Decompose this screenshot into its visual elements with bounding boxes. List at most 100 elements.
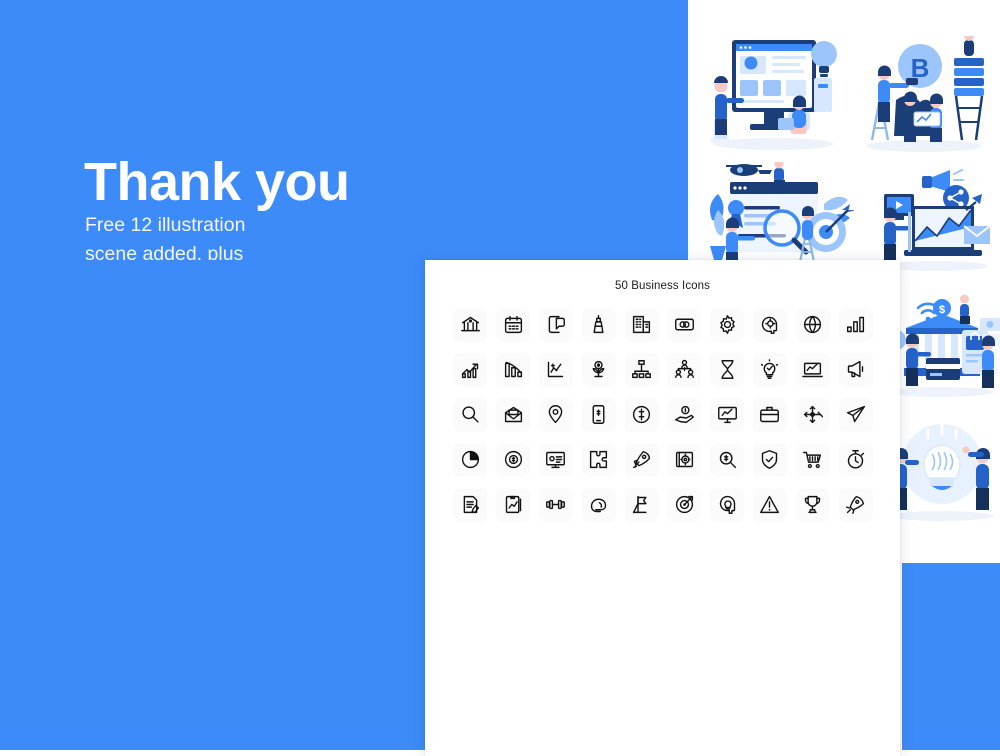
flag-goal-icon[interactable] bbox=[626, 489, 657, 520]
rocket-launch-icon-cell[interactable] bbox=[834, 482, 877, 527]
hierarchy-icon[interactable] bbox=[626, 354, 657, 385]
document-pen-icon[interactable] bbox=[455, 489, 486, 520]
mobile-feedback-icon[interactable] bbox=[540, 309, 571, 340]
rocket-icon[interactable] bbox=[626, 444, 657, 475]
hand-coin-icon[interactable] bbox=[669, 399, 700, 430]
team-structure-icon[interactable] bbox=[669, 354, 700, 385]
megaphone-icon[interactable] bbox=[840, 354, 871, 385]
paper-plane-icon[interactable] bbox=[840, 399, 871, 430]
mobile-payment-icon[interactable] bbox=[583, 399, 614, 430]
globe-icon-cell[interactable] bbox=[791, 302, 834, 347]
puzzle-icon[interactable] bbox=[583, 444, 614, 475]
bar-chart-icon[interactable] bbox=[840, 309, 871, 340]
target-arrow-icon[interactable] bbox=[669, 489, 700, 520]
head-idea-icon[interactable] bbox=[712, 489, 743, 520]
presentation-board-icon[interactable] bbox=[540, 444, 571, 475]
open-mail-icon[interactable] bbox=[498, 399, 529, 430]
mobile-feedback-icon-cell[interactable] bbox=[535, 302, 578, 347]
mobile-payment-icon-cell[interactable] bbox=[577, 392, 620, 437]
head-idea-icon-cell[interactable] bbox=[706, 482, 749, 527]
shopping-cart-icon-cell[interactable] bbox=[791, 437, 834, 482]
coin-target-icon[interactable] bbox=[498, 444, 529, 475]
shopping-cart-icon[interactable] bbox=[797, 444, 828, 475]
head-target-icon[interactable] bbox=[754, 309, 785, 340]
monitor-chart-icon[interactable] bbox=[712, 399, 743, 430]
briefcase-icon[interactable] bbox=[754, 399, 785, 430]
lighthouse-icon-cell[interactable] bbox=[577, 302, 620, 347]
rocket-launch-icon[interactable] bbox=[840, 489, 871, 520]
target-arrow-icon-cell[interactable] bbox=[663, 482, 706, 527]
trophy-icon[interactable] bbox=[797, 489, 828, 520]
megaphone-icon-cell[interactable] bbox=[834, 347, 877, 392]
declining-bars-icon-cell[interactable] bbox=[492, 347, 535, 392]
rocket-icon-cell[interactable] bbox=[620, 437, 663, 482]
banknote-icon-cell[interactable] bbox=[663, 302, 706, 347]
laptop-chart-icon-cell[interactable] bbox=[791, 347, 834, 392]
move-arrows-icon-cell[interactable] bbox=[791, 392, 834, 437]
clipboard-chart-icon[interactable] bbox=[498, 489, 529, 520]
open-mail-icon-cell[interactable] bbox=[492, 392, 535, 437]
globe-icon[interactable] bbox=[797, 309, 828, 340]
search-money-icon-cell[interactable] bbox=[706, 437, 749, 482]
document-pen-icon-cell[interactable] bbox=[449, 482, 492, 527]
clipboard-chart-icon-cell[interactable] bbox=[492, 482, 535, 527]
office-building-icon[interactable] bbox=[626, 309, 657, 340]
banknote-icon[interactable] bbox=[669, 309, 700, 340]
calendar-icon-cell[interactable] bbox=[492, 302, 535, 347]
magnifier-icon[interactable] bbox=[455, 399, 486, 430]
hierarchy-icon-cell[interactable] bbox=[620, 347, 663, 392]
idea-bulb-check-icon[interactable] bbox=[754, 354, 785, 385]
monitor-chart-icon-cell[interactable] bbox=[706, 392, 749, 437]
coin-target-icon-cell[interactable] bbox=[492, 437, 535, 482]
bank-icon-cell[interactable] bbox=[449, 302, 492, 347]
team-structure-icon-cell[interactable] bbox=[663, 347, 706, 392]
gear-icon-cell[interactable] bbox=[706, 302, 749, 347]
hourglass-icon-cell[interactable] bbox=[706, 347, 749, 392]
stopwatch-icon-cell[interactable] bbox=[834, 437, 877, 482]
flag-goal-icon-cell[interactable] bbox=[620, 482, 663, 527]
briefcase-icon-cell[interactable] bbox=[749, 392, 792, 437]
trophy-icon-cell[interactable] bbox=[791, 482, 834, 527]
calendar-icon[interactable] bbox=[498, 309, 529, 340]
growth-chart-icon-cell[interactable] bbox=[449, 347, 492, 392]
laptop-chart-icon[interactable] bbox=[797, 354, 828, 385]
hourglass-icon[interactable] bbox=[712, 354, 743, 385]
hand-coin-icon-cell[interactable] bbox=[663, 392, 706, 437]
money-plant-icon[interactable] bbox=[583, 354, 614, 385]
bar-chart-icon-cell[interactable] bbox=[834, 302, 877, 347]
pie-chart-icon-cell[interactable] bbox=[449, 437, 492, 482]
dollar-coin-icon[interactable] bbox=[626, 399, 657, 430]
strong-arm-icon-cell[interactable] bbox=[577, 482, 620, 527]
warning-icon-cell[interactable] bbox=[749, 482, 792, 527]
magnifier-icon-cell[interactable] bbox=[449, 392, 492, 437]
location-pin-icon[interactable] bbox=[540, 399, 571, 430]
idea-bulb-check-icon-cell[interactable] bbox=[749, 347, 792, 392]
safe-box-icon-cell[interactable] bbox=[663, 437, 706, 482]
line-graph-icon-cell[interactable] bbox=[535, 347, 578, 392]
warning-icon[interactable] bbox=[754, 489, 785, 520]
head-target-icon-cell[interactable] bbox=[749, 302, 792, 347]
gear-icon[interactable] bbox=[712, 309, 743, 340]
shield-check-icon-cell[interactable] bbox=[749, 437, 792, 482]
paper-plane-icon-cell[interactable] bbox=[834, 392, 877, 437]
bank-icon[interactable] bbox=[455, 309, 486, 340]
puzzle-icon-cell[interactable] bbox=[577, 437, 620, 482]
growth-chart-icon[interactable] bbox=[455, 354, 486, 385]
dumbbell-icon[interactable] bbox=[540, 489, 571, 520]
line-graph-icon[interactable] bbox=[540, 354, 571, 385]
pie-chart-icon[interactable] bbox=[455, 444, 486, 475]
dumbbell-icon-cell[interactable] bbox=[535, 482, 578, 527]
location-pin-icon-cell[interactable] bbox=[535, 392, 578, 437]
shield-check-icon[interactable] bbox=[754, 444, 785, 475]
safe-box-icon[interactable] bbox=[669, 444, 700, 475]
presentation-board-icon-cell[interactable] bbox=[535, 437, 578, 482]
office-building-icon-cell[interactable] bbox=[620, 302, 663, 347]
declining-bars-icon[interactable] bbox=[498, 354, 529, 385]
lighthouse-icon[interactable] bbox=[583, 309, 614, 340]
search-money-icon[interactable] bbox=[712, 444, 743, 475]
money-plant-icon-cell[interactable] bbox=[577, 347, 620, 392]
move-arrows-icon[interactable] bbox=[797, 399, 828, 430]
strong-arm-icon[interactable] bbox=[583, 489, 614, 520]
stopwatch-icon[interactable] bbox=[840, 444, 871, 475]
dollar-coin-icon-cell[interactable] bbox=[620, 392, 663, 437]
